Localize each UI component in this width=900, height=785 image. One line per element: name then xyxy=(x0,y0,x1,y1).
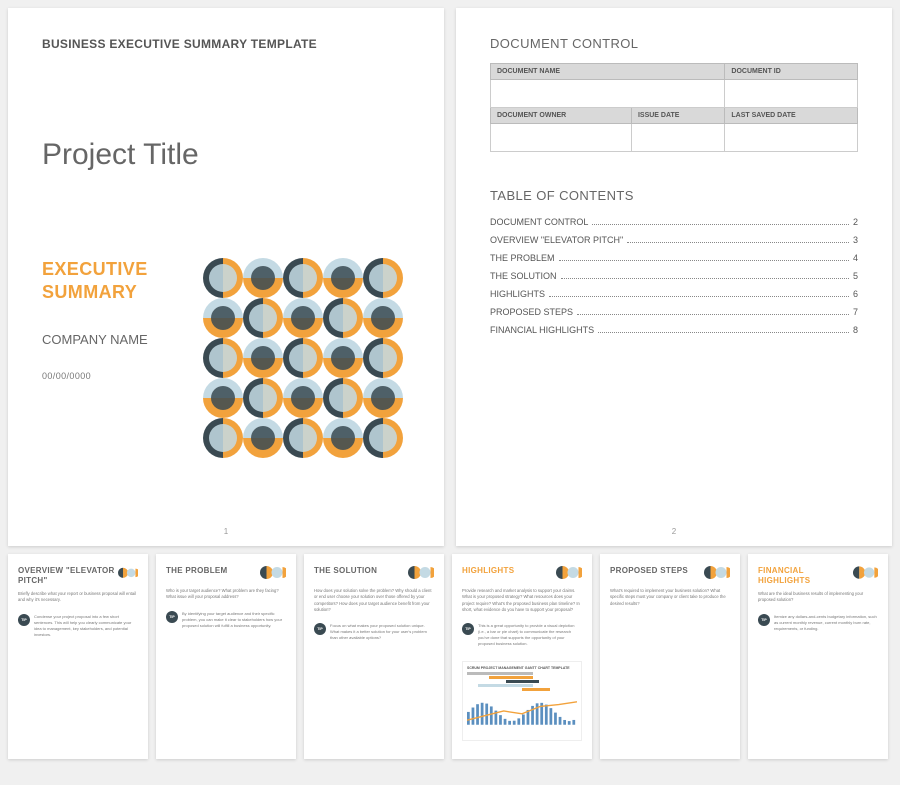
toc-page-number: 3 xyxy=(853,235,858,245)
page-cover: BUSINESS EXECUTIVE SUMMARY TEMPLATE Proj… xyxy=(8,8,444,546)
th-doc-owner: DOCUMENT OWNER xyxy=(491,108,632,124)
thumb-lead-text: What's required to implement your busine… xyxy=(610,588,730,607)
thumbnail-page: THE SOLUTION How does your solution solve… xyxy=(304,554,444,759)
toc-item: DOCUMENT CONTROL 2 xyxy=(490,217,858,227)
toc-leader-dots xyxy=(561,273,849,279)
document-control-heading: DOCUMENT CONTROL xyxy=(490,36,858,51)
toc-leader-dots xyxy=(598,327,849,333)
toc-label: THE PROBLEM xyxy=(490,253,555,263)
toc-leader-dots xyxy=(592,219,849,225)
toc-item: FINANCIAL HIGHLIGHTS 8 xyxy=(490,325,858,335)
toc-label: DOCUMENT CONTROL xyxy=(490,217,588,227)
toc-item: PROPOSED STEPS 7 xyxy=(490,307,858,317)
thumb-lead-text: What are the ideal business results of i… xyxy=(758,591,878,604)
toc-leader-dots xyxy=(627,237,849,243)
th-doc-name: DOCUMENT NAME xyxy=(491,64,725,80)
tip-badge-icon: TIP xyxy=(166,611,178,623)
thumb-lead-text: Briefly describe what your report or bus… xyxy=(18,591,138,604)
thumb-tip-text: Condense your project proposal into a fe… xyxy=(34,614,138,638)
thumb-tip-text: This is a great opportunity to provide a… xyxy=(478,623,582,647)
toc-label: THE SOLUTION xyxy=(490,271,557,281)
thumb-title: PROPOSED STEPS xyxy=(610,566,688,576)
pattern-logo-icon xyxy=(853,566,878,582)
thumb-tip-text: Focus on what makes your proposed soluti… xyxy=(330,623,434,641)
toc-page-number: 8 xyxy=(853,325,858,335)
thumb-title: THE PROBLEM xyxy=(166,566,228,576)
toc-leader-dots xyxy=(559,255,849,261)
page-number: 2 xyxy=(456,527,892,536)
thumb-title: OVERVIEW "ELEVATOR PITCH" xyxy=(18,566,118,585)
toc-leader-dots xyxy=(549,291,849,297)
thumbnail-page: OVERVIEW "ELEVATOR PITCH" Briefly describ… xyxy=(8,554,148,759)
thumb-title: FINANCIAL HIGHLIGHTS xyxy=(758,566,853,585)
thumbnail-page: FINANCIAL HIGHLIGHTS What are the ideal b… xyxy=(748,554,888,759)
thumbnail-page: HIGHLIGHTS Provide research and market an… xyxy=(452,554,592,759)
thumb-title: HIGHLIGHTS xyxy=(462,566,514,576)
thumbnail-page: PROPOSED STEPS What's required to impleme… xyxy=(600,554,740,759)
pattern-logo-icon xyxy=(260,566,286,582)
tip-badge-icon: TIP xyxy=(462,623,474,635)
toc-page-number: 4 xyxy=(853,253,858,263)
th-last-saved: LAST SAVED DATE xyxy=(725,108,858,124)
toc-list: DOCUMENT CONTROL 2 OVERVIEW "ELEVATOR PITC… xyxy=(490,217,858,335)
toc-item: HIGHLIGHTS 6 xyxy=(490,289,858,299)
thumb-title: THE SOLUTION xyxy=(314,566,377,576)
toc-page-number: 5 xyxy=(853,271,858,281)
toc-heading: TABLE OF CONTENTS xyxy=(490,188,858,203)
document-control-table: DOCUMENT NAME DOCUMENT ID DOCUMENT OWNER… xyxy=(490,63,858,152)
executive-summary-label: EXECUTIVE SUMMARY xyxy=(42,258,187,303)
toc-label: OVERVIEW "ELEVATOR PITCH" xyxy=(490,235,623,245)
cover-pattern-graphic xyxy=(203,258,403,458)
toc-page-number: 6 xyxy=(853,289,858,299)
tip-badge-icon: TIP xyxy=(758,614,770,626)
toc-label: PROPOSED STEPS xyxy=(490,307,573,317)
pattern-logo-icon xyxy=(408,566,434,582)
toc-page-number: 2 xyxy=(853,217,858,227)
pattern-logo-icon xyxy=(704,566,730,582)
pattern-logo-icon xyxy=(556,566,582,582)
th-doc-id: DOCUMENT ID xyxy=(725,64,858,80)
thumb-lead-text: Provide research and market analysis to … xyxy=(462,588,582,613)
page-doc-control: DOCUMENT CONTROL DOCUMENT NAME DOCUMENT … xyxy=(456,8,892,546)
pattern-logo-icon xyxy=(118,566,138,582)
template-header: BUSINESS EXECUTIVE SUMMARY TEMPLATE xyxy=(42,36,410,52)
company-name: COMPANY NAME xyxy=(42,331,187,349)
document-date: 00/00/0000 xyxy=(42,371,187,381)
toc-label: HIGHLIGHTS xyxy=(490,289,545,299)
tip-badge-icon: TIP xyxy=(314,623,326,635)
thumb-tip-text: By identifying your target audience and … xyxy=(182,611,286,629)
thumb-lead-text: How does your solution solve the problem… xyxy=(314,588,434,613)
toc-item: THE PROBLEM 4 xyxy=(490,253,858,263)
project-title: Project Title xyxy=(42,138,410,172)
toc-label: FINANCIAL HIGHLIGHTS xyxy=(490,325,594,335)
toc-leader-dots xyxy=(577,309,849,315)
thumb-tip-text: Itemize any dollars-and-cents budgetary … xyxy=(774,614,878,632)
gantt-caption: SCRUM PROJECT MANAGEMENT GANTT CHART TEM… xyxy=(467,666,577,670)
th-issue-date: ISSUE DATE xyxy=(631,108,724,124)
thumb-lead-text: Who is your target audience? What proble… xyxy=(166,588,286,601)
tip-badge-icon: TIP xyxy=(18,614,30,626)
toc-item: OVERVIEW "ELEVATOR PITCH" 3 xyxy=(490,235,858,245)
thumbnail-row: OVERVIEW "ELEVATOR PITCH" Briefly describ… xyxy=(0,554,900,769)
thumbnail-page: THE PROBLEM Who is your target audience? … xyxy=(156,554,296,759)
gantt-chart-preview: SCRUM PROJECT MANAGEMENT GANTT CHART TEM… xyxy=(462,661,582,741)
toc-item: THE SOLUTION 5 xyxy=(490,271,858,281)
toc-page-number: 7 xyxy=(853,307,858,317)
page-number: 1 xyxy=(8,527,444,536)
